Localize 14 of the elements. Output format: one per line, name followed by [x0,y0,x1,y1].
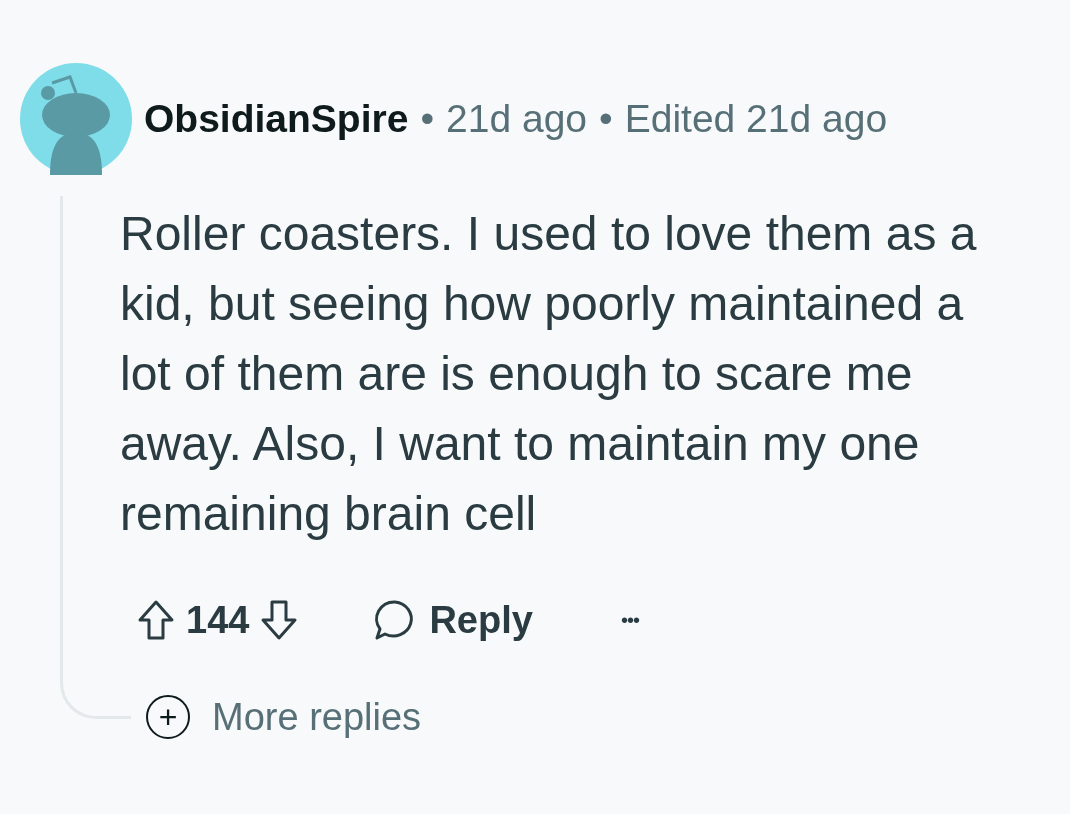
more-replies-button[interactable]: + More replies [146,695,422,739]
plus-icon: + [146,695,190,739]
more-options-button[interactable]: ••• [612,600,647,640]
avatar-icon [20,63,132,175]
separator-dot: • [420,97,435,141]
edited-label: Edited 21d ago [624,97,888,141]
timestamp: 21d ago [446,97,588,141]
more-replies-label: More replies [212,695,422,739]
up-arrow-icon [136,598,176,642]
separator-dot: • [599,97,613,141]
comment-text: Roller coasters. I used to love them as a kid, but seeing how poorly maintained a lot of them are is enough to scare me away. Also, I want to maintain my one remaining brain cell [120,206,978,542]
vote-count: 144 [186,598,250,642]
username[interactable]: ObsidianSpire [144,97,409,141]
reply-button[interactable]: Reply [363,592,543,648]
